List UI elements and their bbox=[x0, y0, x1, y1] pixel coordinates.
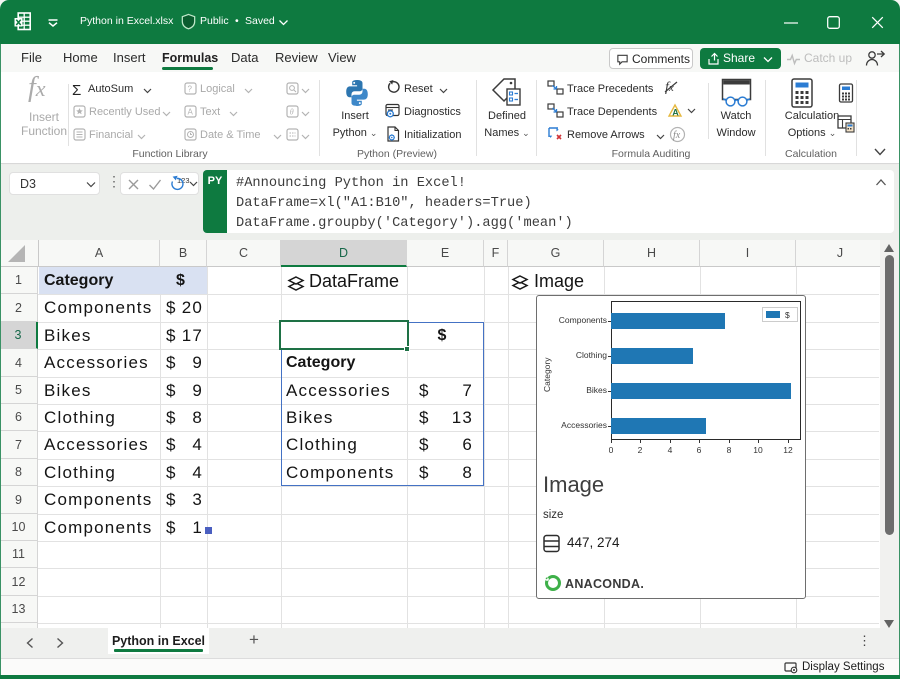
svg-text:fx: fx bbox=[673, 130, 681, 141]
svg-text:A: A bbox=[672, 108, 679, 118]
svg-text:?: ? bbox=[188, 85, 193, 94]
svg-text:A: A bbox=[188, 108, 194, 117]
svg-text:θ: θ bbox=[290, 108, 294, 117]
